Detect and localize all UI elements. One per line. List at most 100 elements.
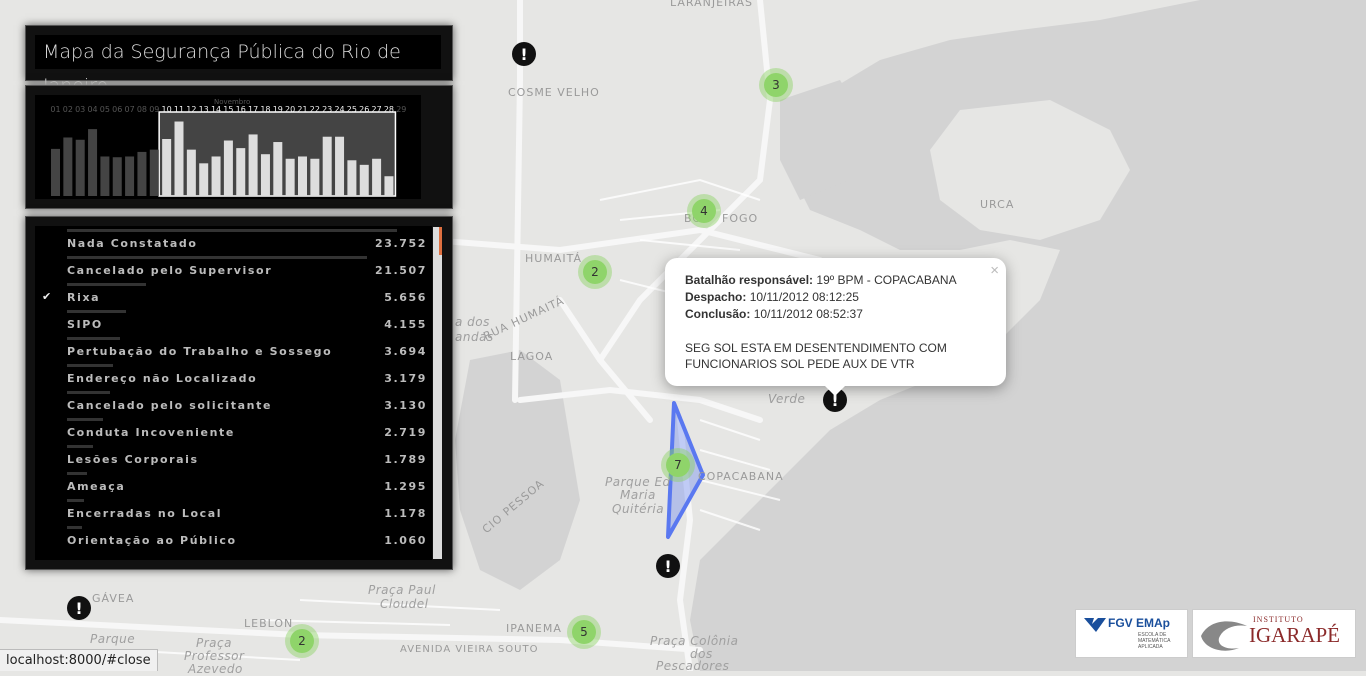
histogram-bar[interactable] <box>149 149 159 196</box>
fgv-logo-text: FGV EMAp <box>1108 616 1170 630</box>
category-row[interactable]: Orientação ao Público 1.060 <box>35 525 432 552</box>
igarape-logo[interactable]: INSTITUTO IGARAPÉ <box>1192 609 1356 658</box>
map-label-parque: Parque <box>90 632 136 646</box>
popup-battalion-label: Batalhão responsável: <box>685 273 814 287</box>
popup-dispatch-value: 10/11/2012 08:12:25 <box>749 290 859 304</box>
histogram-bar[interactable] <box>347 160 357 196</box>
histogram-bar[interactable] <box>384 176 394 196</box>
cluster-count: 5 <box>572 620 596 644</box>
histogram-bar[interactable] <box>51 148 60 196</box>
category-row[interactable]: Ameaça 1.295 <box>35 471 432 498</box>
category-count-bar <box>67 445 94 448</box>
histogram-day-label: 26 <box>359 105 369 114</box>
histogram-day-label: 28 <box>384 105 394 114</box>
category-label: Lesões Corporais <box>67 453 199 466</box>
category-label: Endereço não Localizado <box>67 372 258 385</box>
category-row[interactable]: SIPO 4.155 <box>35 309 432 336</box>
incident-marker-icon[interactable]: ! <box>67 596 91 620</box>
histogram-bar[interactable] <box>372 158 382 196</box>
histogram-day-label: 17 <box>248 105 258 114</box>
popup-conclusion-label: Conclusão: <box>685 307 751 321</box>
category-row[interactable]: Cancelado pelo Supervisor 21.507 <box>35 255 432 282</box>
histogram-bar[interactable] <box>248 134 258 196</box>
browser-status-url: localhost:8000/#close <box>0 649 158 671</box>
map-label-professor: Professor <box>184 649 245 663</box>
histogram-bar[interactable] <box>162 139 172 196</box>
histogram-bar[interactable] <box>260 154 270 196</box>
cluster-marker[interactable]: 3 <box>759 68 793 102</box>
cluster-marker[interactable]: 7 <box>661 448 695 482</box>
fgv-emap-logo[interactable]: FGV EMAp ESCOLA DE MATEMÁTICA APLICADA <box>1075 609 1188 658</box>
cluster-marker[interactable]: 5 <box>567 615 601 649</box>
category-row[interactable]: Lesões Corporais 1.789 <box>35 444 432 471</box>
histogram-bar[interactable] <box>322 136 332 196</box>
histogram-bar[interactable] <box>125 156 135 196</box>
map-label-gavea: GÁVEA <box>92 592 135 605</box>
close-icon[interactable]: × <box>990 262 999 279</box>
histogram-day-label: 24 <box>334 105 344 114</box>
category-row[interactable]: Encerradas no Local 1.178 <box>35 498 432 525</box>
category-count-bar <box>67 310 127 313</box>
scrollbar-thumb[interactable] <box>439 227 442 255</box>
category-count: 1.789 <box>384 453 427 466</box>
histogram-bar[interactable] <box>75 139 85 196</box>
map-label-azevedo: Azevedo <box>188 662 243 676</box>
histogram-bar[interactable] <box>359 164 369 196</box>
category-label: Ameaça <box>67 480 126 493</box>
histogram-chart[interactable]: Novembro01 02 03 04 05 06 07 08 09 10 11 12 13 14 15 16… <box>35 95 421 199</box>
histogram-bar[interactable] <box>63 137 73 196</box>
map-label-maria: Maria <box>620 488 656 502</box>
incident-marker-icon[interactable]: ! <box>656 554 680 578</box>
category-count-bar <box>67 391 110 394</box>
histogram-day-label: 08 <box>137 105 147 114</box>
category-row[interactable]: ✔ Rixa 5.656 <box>35 282 432 309</box>
map-label-lagoa: LAGOA <box>510 350 554 363</box>
map-label-quiteria: Quitéria <box>612 502 665 516</box>
cluster-marker[interactable]: 2 <box>285 624 319 658</box>
category-row[interactable]: Nada Constatado 23.752 <box>35 228 432 255</box>
histogram-bar[interactable] <box>335 136 345 196</box>
category-row[interactable]: Endereço não Localizado 3.179 <box>35 363 432 390</box>
histogram-day-label: 05 <box>100 105 110 114</box>
popup-conclusion: Conclusão: 10/11/2012 08:52:37 <box>685 307 863 321</box>
histogram-bar[interactable] <box>199 163 209 196</box>
igarape-logo-text: IGARAPÉ <box>1249 623 1341 647</box>
category-list-panel: Nada Constatado 23.752 Cancelado pelo Supe… <box>25 216 453 570</box>
histogram-bar[interactable] <box>100 156 110 196</box>
category-label: Pertubação do Trabalho e Sossego <box>67 345 333 358</box>
histogram-bar[interactable] <box>223 140 233 196</box>
incident-marker-icon[interactable]: ! <box>512 42 536 66</box>
histogram-bar[interactable] <box>298 156 307 196</box>
category-label: Orientação ao Público <box>67 534 237 547</box>
histogram-bar[interactable] <box>112 157 122 196</box>
histogram-bar[interactable] <box>174 121 184 196</box>
category-list[interactable]: Nada Constatado 23.752 Cancelado pelo Supe… <box>35 226 432 560</box>
category-row[interactable]: Conduta Incoveniente 2.719 <box>35 417 432 444</box>
category-count: 21.507 <box>374 264 427 277</box>
cluster-marker[interactable]: 4 <box>687 194 721 228</box>
popup-conclusion-value: 10/11/2012 08:52:37 <box>753 307 863 321</box>
date-histogram[interactable]: Novembro 01 02 03 04 05 06 07 08 09 10 11 12 13 14 15 16… <box>35 95 421 199</box>
category-label: Cancelado pelo Supervisor <box>67 264 273 277</box>
category-count: 3.179 <box>384 372 427 385</box>
histogram-bar[interactable] <box>88 129 98 196</box>
histogram-bar[interactable] <box>310 158 320 196</box>
popup-battalion: Batalhão responsável: 19º BPM - COPACABA… <box>685 273 957 287</box>
category-count-bar <box>67 337 120 340</box>
histogram-day-label: 25 <box>347 105 357 114</box>
histogram-bar[interactable] <box>137 151 147 196</box>
category-count: 1.178 <box>384 507 427 520</box>
map-label-humaita: HUMAITÁ <box>525 252 582 265</box>
cluster-marker[interactable]: 2 <box>578 255 612 289</box>
histogram-day-label: 06 <box>112 105 122 114</box>
histogram-bar[interactable] <box>285 158 295 196</box>
histogram-bar[interactable] <box>236 148 246 196</box>
category-list-scrollbar[interactable] <box>433 227 442 559</box>
category-row[interactable]: Pertubação do Trabalho e Sossego 3.694 <box>35 336 432 363</box>
category-row[interactable]: Cancelado pelo solicitante 3.130 <box>35 390 432 417</box>
map-label-laranjeiras: LARANJEIRAS <box>670 0 753 9</box>
category-count: 23.752 <box>374 237 427 250</box>
histogram-bar[interactable] <box>211 156 221 196</box>
histogram-bar[interactable] <box>186 149 196 196</box>
histogram-bar[interactable] <box>273 142 283 196</box>
